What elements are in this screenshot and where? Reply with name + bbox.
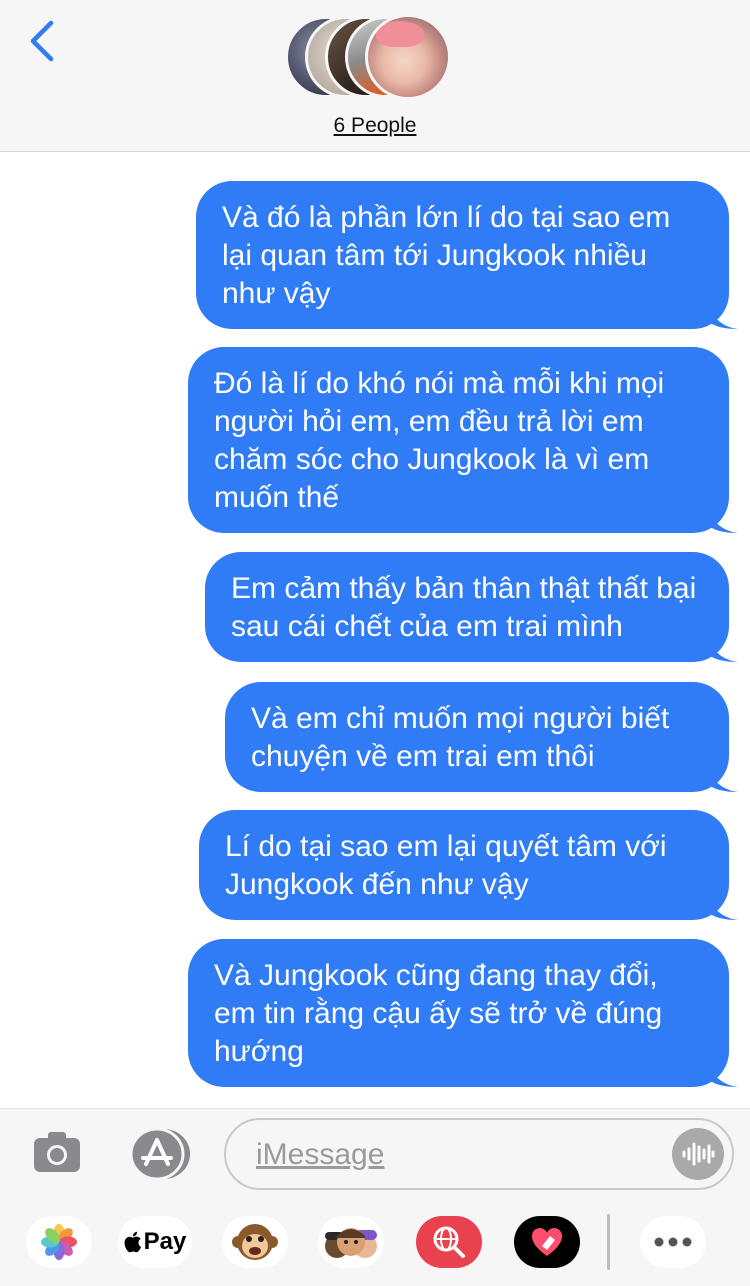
- apple-logo-icon: [124, 1231, 141, 1253]
- bubble-tail: [708, 890, 738, 920]
- message-bubble[interactable]: Lí do tại sao em lại quyết tâm với Jungk…: [199, 810, 738, 920]
- audio-message-button[interactable]: [672, 1128, 724, 1180]
- bubble-tail: [708, 762, 738, 792]
- bubble-tail: [708, 632, 738, 662]
- digital-touch-button[interactable]: [514, 1216, 580, 1268]
- camera-icon: [34, 1132, 80, 1172]
- message-text: Lí do tại sao em lại quyết tâm với Jungk…: [225, 830, 667, 901]
- monkey-animoji-icon: [232, 1224, 278, 1260]
- bubble-tail: [708, 1057, 738, 1087]
- digital-touch-heart-icon: [532, 1228, 562, 1256]
- message-bubble[interactable]: Và em chỉ muốn mọi người biết chuyện về …: [225, 682, 738, 792]
- group-avatars[interactable]: [285, 14, 470, 100]
- group-title[interactable]: 6 People: [0, 114, 750, 138]
- message-bubble[interactable]: Và Jungkook cũng đang thay đổi, em tin r…: [188, 939, 738, 1087]
- conversation-header: 6 People: [0, 0, 750, 152]
- message-text: Và đó là phần lớn lí do tại sao em lại q…: [222, 201, 671, 310]
- photos-icon: [41, 1224, 77, 1260]
- memoji-icon: [325, 1228, 377, 1258]
- apple-pay-label: Pay: [143, 1228, 187, 1255]
- message-input-placeholder: iMessage: [256, 1138, 385, 1171]
- app-store-icon: [129, 1127, 190, 1181]
- web-image-search-icon: [433, 1226, 465, 1258]
- waveform-icon: [682, 1142, 715, 1166]
- apple-pay-button[interactable]: Pay: [118, 1216, 192, 1268]
- message-bubble[interactable]: Đó là lí do khó nói mà mỗi khi mọi người…: [188, 347, 738, 533]
- bubble-tail: [708, 503, 738, 533]
- chevron-left-icon: [30, 20, 54, 62]
- memoji-button[interactable]: [318, 1216, 384, 1268]
- message-text: Và em chỉ muốn mọi người biết chuyện về …: [251, 702, 670, 773]
- message-text: Đó là lí do khó nói mà mỗi khi mọi người…: [214, 367, 665, 514]
- image-search-button[interactable]: [416, 1216, 482, 1268]
- bubble-tail: [708, 299, 738, 329]
- message-bubble[interactable]: Và đó là phần lớn lí do tại sao em lại q…: [196, 181, 738, 329]
- app-store-button[interactable]: [126, 1127, 190, 1181]
- message-text: Em cảm thấy bản thân thật thất bại sau c…: [231, 572, 697, 643]
- message-input[interactable]: iMessage: [224, 1118, 734, 1190]
- drawer-divider: [607, 1214, 610, 1270]
- avatar: [365, 14, 451, 100]
- back-button[interactable]: [22, 18, 62, 64]
- camera-button[interactable]: [32, 1130, 82, 1174]
- more-apps-button[interactable]: [640, 1216, 706, 1268]
- photos-app-button[interactable]: [26, 1216, 92, 1268]
- message-text: Và Jungkook cũng đang thay đổi, em tin r…: [214, 959, 663, 1068]
- message-bubble[interactable]: Em cảm thấy bản thân thật thất bại sau c…: [205, 552, 738, 662]
- more-icon: [654, 1237, 692, 1247]
- animoji-button[interactable]: [222, 1216, 288, 1268]
